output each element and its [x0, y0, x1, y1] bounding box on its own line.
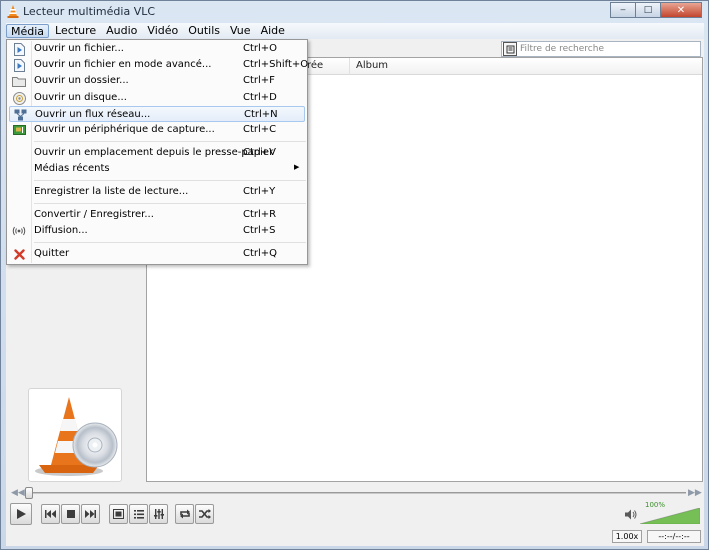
- capture-card-icon: [12, 123, 26, 137]
- speaker-icon[interactable]: [625, 509, 637, 520]
- column-album[interactable]: Album: [356, 60, 388, 71]
- play-button[interactable]: [10, 503, 32, 525]
- fullscreen-button[interactable]: [109, 504, 128, 524]
- menu-open-clipboard[interactable]: Ouvrir un emplacement depuis le presse-p…: [9, 145, 305, 161]
- minimize-button[interactable]: ‒: [610, 2, 636, 18]
- menu-lecture[interactable]: Lecture: [51, 24, 100, 38]
- seek-row: ◀◀ ▶▶: [6, 487, 704, 499]
- seek-handle[interactable]: [25, 487, 33, 499]
- file-advanced-icon: [12, 58, 26, 72]
- search-input[interactable]: [520, 44, 695, 54]
- search-mode-icon[interactable]: [503, 42, 517, 56]
- next-button[interactable]: [81, 504, 100, 524]
- menu-save-playlist[interactable]: Enregistrer la liste de lecture... Ctrl+…: [9, 184, 305, 200]
- playlist-toggle-button[interactable]: [129, 504, 148, 524]
- broadcast-icon: [12, 224, 26, 238]
- vlc-cone-icon: [7, 5, 19, 18]
- next-icon: [85, 510, 96, 518]
- stop-button[interactable]: [61, 504, 80, 524]
- playback-controls: 100%: [6, 501, 704, 526]
- quit-x-icon: [12, 247, 26, 261]
- network-icon: [13, 108, 27, 122]
- status-bar: 1.00x --:--/--:--: [6, 529, 704, 545]
- title-bar[interactable]: Lecteur multimédia VLC ‒ □ ✕: [1, 1, 708, 23]
- media-menu-dropdown: Ouvrir un fichier... Ctrl+O Ouvrir un fi…: [6, 39, 308, 265]
- loop-icon: [179, 509, 190, 519]
- shuffle-button[interactable]: [195, 504, 214, 524]
- seek-forward-icon[interactable]: ▶▶: [688, 488, 702, 498]
- shuffle-icon: [198, 509, 211, 519]
- seek-slider[interactable]: [26, 492, 686, 494]
- menu-convert-save[interactable]: Convertir / Enregistrer... Ctrl+R: [9, 207, 305, 223]
- fullscreen-icon: [113, 509, 124, 519]
- menu-separator: [34, 141, 306, 142]
- search-box: [501, 41, 701, 57]
- seek-back-icon[interactable]: ◀◀: [11, 488, 25, 498]
- menu-separator: [34, 242, 306, 243]
- menu-open-capture[interactable]: Ouvrir un périphérique de capture... Ctr…: [9, 122, 305, 138]
- vlc-cone-disc-icon: [35, 397, 118, 476]
- window-controls: ‒ □ ✕: [610, 2, 702, 18]
- loop-button[interactable]: [175, 504, 194, 524]
- disc-icon: [12, 91, 26, 105]
- menu-media[interactable]: Média: [6, 24, 50, 38]
- submenu-arrow-icon: ▶: [294, 163, 300, 171]
- menu-open-network[interactable]: Ouvrir un flux réseau... Ctrl+N: [9, 106, 305, 122]
- menu-outils[interactable]: Outils: [184, 24, 224, 38]
- menu-open-file[interactable]: Ouvrir un fichier... Ctrl+O: [9, 41, 305, 57]
- menu-open-file-advanced[interactable]: Ouvrir un fichier en mode avancé... Ctrl…: [9, 57, 308, 73]
- menu-open-folder[interactable]: Ouvrir un dossier... Ctrl+F: [9, 73, 305, 89]
- menu-stream[interactable]: Diffusion... Ctrl+S: [9, 223, 305, 239]
- previous-button[interactable]: [41, 504, 60, 524]
- menu-aide[interactable]: Aide: [257, 24, 289, 38]
- menu-separator: [34, 180, 306, 181]
- equalizer-icon: [153, 509, 164, 519]
- menu-open-disc[interactable]: Ouvrir un disque... Ctrl+D: [9, 90, 305, 106]
- window-title: Lecteur multimédia VLC: [23, 5, 156, 18]
- menu-separator: [34, 203, 306, 204]
- play-icon: [17, 509, 26, 519]
- volume-slider[interactable]: [640, 508, 700, 524]
- menu-bar: Média Lecture Audio Vidéo Outils Vue Aid…: [6, 23, 704, 39]
- menu-video[interactable]: Vidéo: [143, 24, 182, 38]
- vlc-window: Lecteur multimédia VLC ‒ □ ✕ Média Lectu…: [0, 0, 709, 550]
- column-separator: [349, 58, 350, 75]
- folder-icon: [12, 74, 26, 88]
- close-button[interactable]: ✕: [660, 2, 702, 18]
- stop-icon: [66, 510, 75, 518]
- column-duration[interactable]: rée: [307, 60, 323, 71]
- time-display[interactable]: --:--/--:--: [647, 530, 701, 543]
- album-art: [28, 388, 122, 482]
- maximize-button[interactable]: □: [635, 2, 661, 18]
- menu-vue[interactable]: Vue: [226, 24, 255, 38]
- menu-audio[interactable]: Audio: [102, 24, 141, 38]
- playback-speed[interactable]: 1.00x: [612, 530, 642, 543]
- playlist-icon: [133, 509, 144, 519]
- menu-quit[interactable]: Quitter Ctrl+Q: [9, 246, 305, 262]
- extended-settings-button[interactable]: [149, 504, 168, 524]
- menu-recent-media[interactable]: Médias récents ▶: [9, 161, 305, 177]
- previous-icon: [45, 510, 56, 518]
- file-icon: [12, 42, 26, 56]
